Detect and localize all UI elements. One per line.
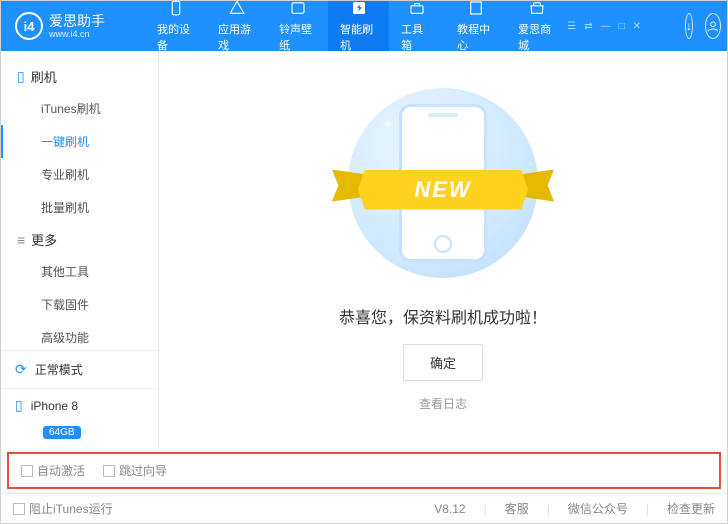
store-icon xyxy=(528,0,546,17)
sidebar-item-oneclick-flash[interactable]: 一键刷机 xyxy=(1,125,158,158)
wechat-link[interactable]: 微信公众号 xyxy=(568,500,628,517)
book-icon xyxy=(467,0,485,17)
flash-icon xyxy=(350,0,368,17)
view-log-link[interactable]: 查看日志 xyxy=(419,395,467,412)
logo: i4 爱思助手 www.i4.cn xyxy=(15,12,145,40)
device-mode[interactable]: ⟳ 正常模式 xyxy=(1,351,158,389)
ok-button[interactable]: 确定 xyxy=(403,344,483,381)
mode-label: 正常模式 xyxy=(35,361,83,378)
image-icon xyxy=(289,0,307,17)
new-ribbon: NEW xyxy=(358,170,528,210)
footer-options-highlight: 自动激活 跳过向导 xyxy=(7,452,721,489)
success-illustration: ✦ ✦ ✦ NEW xyxy=(348,88,538,278)
header-right: ☰ ⇄ — □ ✕ ↓ xyxy=(567,13,721,39)
nav-apps[interactable]: 应用游戏 xyxy=(206,1,267,51)
nav-label: 智能刷机 xyxy=(340,21,377,53)
version-label: V8.12 xyxy=(434,502,465,516)
refresh-icon: ⟳ xyxy=(15,361,27,378)
checkbox-icon xyxy=(21,465,33,477)
checkbox-icon xyxy=(103,465,115,477)
nav-label: 教程中心 xyxy=(457,21,494,53)
menu-icon[interactable]: ☰ xyxy=(567,21,576,32)
nav-ringtones[interactable]: 铃声壁纸 xyxy=(267,1,328,51)
toolbox-icon xyxy=(408,0,426,17)
sidebar-item-advanced[interactable]: 高级功能 xyxy=(1,321,158,350)
nav-flash[interactable]: 智能刷机 xyxy=(328,1,389,51)
checkbox-icon xyxy=(13,503,25,515)
storage-badge: 64GB xyxy=(43,426,81,439)
block-itunes-checkbox[interactable]: 阻止iTunes运行 xyxy=(13,500,113,517)
account-button[interactable] xyxy=(705,13,721,39)
nav-label: 铃声壁纸 xyxy=(279,21,316,53)
content-pane: ✦ ✦ ✦ NEW 恭喜您，保资料刷机成功啦！ 确定 查看日志 xyxy=(159,51,727,448)
section-label: 刷机 xyxy=(31,67,57,86)
brand-site: www.i4.cn xyxy=(49,30,105,39)
sparkle-icon: ✦ xyxy=(382,116,394,133)
device-name: iPhone 8 xyxy=(31,399,78,413)
support-link[interactable]: 客服 xyxy=(505,500,529,517)
checkbox-label: 阻止iTunes运行 xyxy=(29,500,113,517)
brand-name: 爱思助手 xyxy=(49,14,105,28)
nav-tutorials[interactable]: 教程中心 xyxy=(445,1,506,51)
section-label: 更多 xyxy=(31,230,57,249)
device-icon: ▯ xyxy=(15,397,23,414)
window-controls: ☰ ⇄ — □ ✕ xyxy=(567,21,641,32)
nav-label: 我的设备 xyxy=(157,21,194,53)
nav-label: 爱思商城 xyxy=(518,21,555,53)
sidebar-item-download-firmware[interactable]: 下载固件 xyxy=(1,288,158,321)
hamburger-icon: ≡ xyxy=(17,232,25,248)
sidebar-item-batch-flash[interactable]: 批量刷机 xyxy=(1,191,158,224)
logo-icon: i4 xyxy=(15,12,43,40)
sidebar-section-more[interactable]: ≡ 更多 xyxy=(1,224,158,255)
sidebar-item-itunes-flash[interactable]: iTunes刷机 xyxy=(1,92,158,125)
download-button[interactable]: ↓ xyxy=(685,13,693,39)
apps-icon xyxy=(228,0,246,17)
phone-icon: ▯ xyxy=(17,68,25,85)
checkbox-label: 自动激活 xyxy=(37,462,85,479)
close-icon[interactable]: ✕ xyxy=(633,21,641,32)
maximize-icon[interactable]: □ xyxy=(619,21,625,32)
navbar: 我的设备 应用游戏 铃声壁纸 智能刷机 工具箱 教程中心 xyxy=(145,1,567,51)
checkbox-label: 跳过向导 xyxy=(119,462,167,479)
success-message: 恭喜您，保资料刷机成功啦！ xyxy=(339,304,547,328)
sidebar-item-other-tools[interactable]: 其他工具 xyxy=(1,255,158,288)
nav-label: 应用游戏 xyxy=(218,21,255,53)
status-bar: 阻止iTunes运行 V8.12 | 客服 | 微信公众号 | 检查更新 xyxy=(1,493,727,523)
nav-label: 工具箱 xyxy=(401,21,433,53)
sidebar: ▯ 刷机 iTunes刷机 一键刷机 专业刷机 批量刷机 ≡ 更多 其他工具 下… xyxy=(1,51,159,448)
auto-activate-checkbox[interactable]: 自动激活 xyxy=(21,462,85,479)
nav-my-devices[interactable]: 我的设备 xyxy=(145,1,206,51)
phone-icon xyxy=(167,0,185,17)
update-link[interactable]: 检查更新 xyxy=(667,500,715,517)
skip-guide-checkbox[interactable]: 跳过向导 xyxy=(103,462,167,479)
header: i4 爱思助手 www.i4.cn 我的设备 应用游戏 铃声壁纸 智能刷机 xyxy=(1,1,727,51)
nav-store[interactable]: 爱思商城 xyxy=(506,1,567,51)
sidebar-tree: ▯ 刷机 iTunes刷机 一键刷机 专业刷机 批量刷机 ≡ 更多 其他工具 下… xyxy=(1,51,158,350)
sidebar-item-pro-flash[interactable]: 专业刷机 xyxy=(1,158,158,191)
nav-toolbox[interactable]: 工具箱 xyxy=(389,1,445,51)
minimize-icon[interactable]: — xyxy=(601,21,611,32)
sidebar-section-flash[interactable]: ▯ 刷机 xyxy=(1,61,158,92)
device-info[interactable]: ▯ iPhone 8 xyxy=(1,389,158,424)
swap-icon[interactable]: ⇄ xyxy=(584,21,592,32)
